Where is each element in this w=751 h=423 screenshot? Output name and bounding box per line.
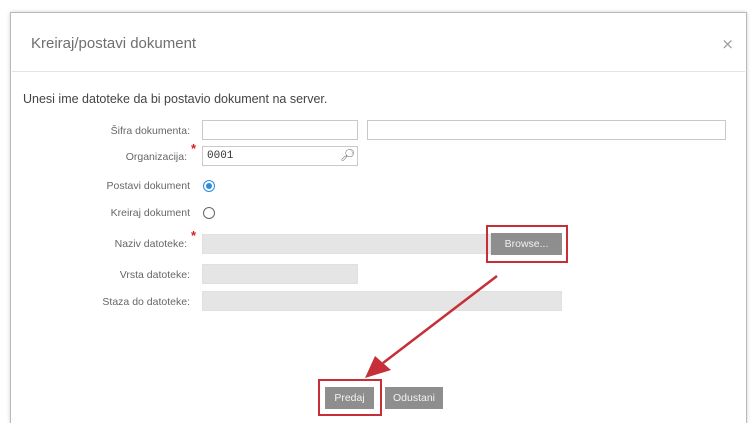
- cancel-button[interactable]: Odustani: [385, 387, 443, 409]
- annotation-arrow: [365, 275, 498, 378]
- submit-highlight-box: [318, 379, 382, 416]
